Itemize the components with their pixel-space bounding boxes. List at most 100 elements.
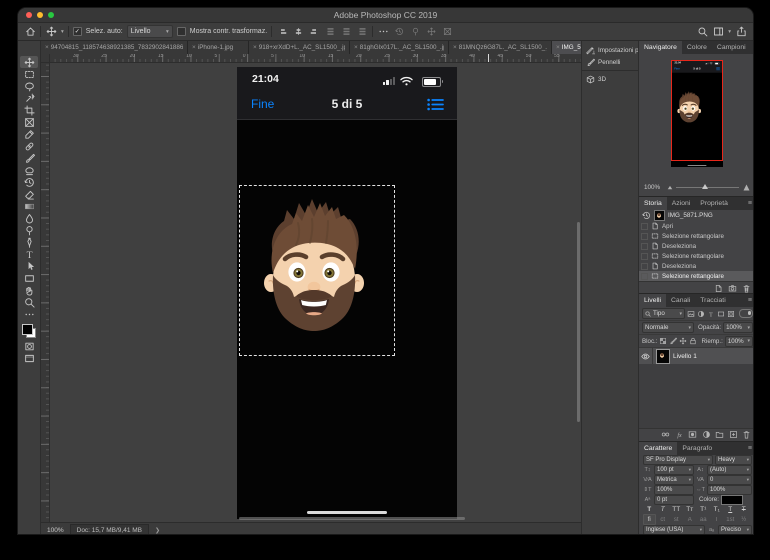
wand-tool[interactable]	[20, 92, 38, 104]
auto-select-target-dropdown[interactable]: Livello ▾	[127, 25, 173, 38]
delete-layer-trash-icon[interactable]	[742, 430, 751, 439]
tab-carattere[interactable]: Carattere	[639, 442, 677, 455]
navigator-view-box[interactable]	[671, 60, 723, 161]
filter-adjustment-layers-icon[interactable]	[697, 310, 705, 318]
history-source-checkbox[interactable]	[641, 263, 648, 270]
shape-tool[interactable]	[20, 272, 38, 284]
3d-mode-drag-icon[interactable]	[425, 26, 437, 38]
tab-navigatore[interactable]: Navigatore	[639, 41, 682, 54]
ruler-corner[interactable]	[41, 54, 50, 63]
lasso-tool[interactable]	[20, 80, 38, 92]
lock-pixels-icon[interactable]	[669, 337, 677, 345]
layer-filter-type-dropdown[interactable]: Tipo ▾	[642, 308, 685, 319]
navigator-zoom-slider[interactable]	[676, 183, 739, 191]
new-snapshot-camera-icon[interactable]	[728, 284, 737, 293]
dodge-tool[interactable]	[20, 224, 38, 236]
home-icon[interactable]	[24, 26, 36, 38]
lock-all-icon[interactable]	[689, 337, 697, 345]
history-source-checkbox[interactable]	[641, 223, 648, 230]
layer-effects-fx-icon[interactable]: fx	[675, 430, 684, 439]
history-source-checkbox[interactable]	[641, 233, 648, 240]
align-center-icon[interactable]	[292, 26, 304, 38]
status-options-chevron-icon[interactable]: ❯	[155, 527, 160, 534]
canvas-pasteboard[interactable]: 21:04 Fine 5 di 5	[49, 62, 581, 522]
type-tool[interactable]: T	[20, 248, 38, 260]
vertical-scale-field[interactable]: 100%	[654, 485, 694, 495]
new-layer-icon[interactable]	[729, 430, 738, 439]
3d-mode-roll-icon[interactable]	[409, 26, 421, 38]
healing-tool[interactable]	[20, 140, 38, 152]
history-source-checkbox[interactable]	[641, 253, 648, 260]
distribute-bottom-icon[interactable]	[356, 26, 368, 38]
panel-menu-icon[interactable]: ≡	[751, 41, 753, 54]
filter-smart-objects-icon[interactable]	[727, 310, 735, 318]
panel-menu-icon[interactable]: ≡	[744, 442, 753, 455]
blur-tool[interactable]	[20, 212, 38, 224]
show-transform-controls-checkbox[interactable]	[177, 27, 186, 36]
distribute-center-icon[interactable]	[340, 26, 352, 38]
zoom-tool-tool[interactable]	[20, 296, 38, 308]
align-right-icon[interactable]	[308, 26, 320, 38]
close-tab-icon[interactable]: ×	[192, 44, 196, 51]
zoom-out-mountain-icon[interactable]	[667, 184, 673, 190]
opentype-button[interactable]: T	[711, 514, 724, 525]
close-tab-icon[interactable]: ×	[45, 44, 49, 51]
more-tool[interactable]	[20, 308, 38, 320]
filter-type-layers-icon[interactable]: T	[707, 310, 715, 318]
close-tab-icon[interactable]: ×	[453, 44, 457, 51]
3d-mode-rotate-icon[interactable]	[393, 26, 405, 38]
vertical-scrollbar[interactable]	[577, 222, 580, 422]
history-brush-tool[interactable]	[20, 176, 38, 188]
tab-canali[interactable]: Canali	[666, 294, 695, 307]
workspace-switcher-icon[interactable]	[712, 26, 724, 38]
filter-shape-layers-icon[interactable]	[717, 310, 725, 318]
tab-azioni[interactable]: Azioni	[667, 197, 696, 210]
tab-proprieta[interactable]: Proprietà	[695, 197, 733, 210]
history-state[interactable]: Deseleziona	[639, 241, 753, 251]
close-tab-icon[interactable]: ×	[354, 44, 358, 51]
clone-tool[interactable]	[20, 164, 38, 176]
tab-colore[interactable]: Colore	[682, 41, 712, 54]
frame-tool[interactable]	[20, 116, 38, 128]
filter-toggle-switch[interactable]	[739, 309, 753, 318]
tab-paragrafo[interactable]: Paragrafo	[677, 442, 717, 455]
navigator-zoom-value[interactable]: 100%	[644, 184, 664, 191]
path-select-tool[interactable]	[20, 260, 38, 272]
document-tab-active[interactable]: ×IMG_5871.PNG @ 100% (Livello 1, RGB/8)	[552, 41, 581, 54]
history-source-checkbox[interactable]	[641, 273, 648, 280]
navigator-preview[interactable]: 21:04 Fine 5 di 5	[671, 60, 723, 167]
3d-mode-scale-icon[interactable]	[441, 26, 453, 38]
search-icon[interactable]	[696, 26, 708, 38]
tab-livelli[interactable]: Livelli	[639, 294, 666, 307]
font-family-dropdown[interactable]: SF Pro Display▾	[643, 455, 713, 465]
leading-field[interactable]: (Auto)▾	[707, 465, 752, 475]
antialias-dropdown[interactable]: Preciso▾	[718, 525, 752, 534]
new-group-folder-icon[interactable]	[715, 430, 724, 439]
zoom-in-mountain-icon[interactable]	[742, 183, 751, 191]
lock-position-icon[interactable]	[679, 337, 687, 345]
kerning-field[interactable]: Metrica▾	[654, 475, 694, 485]
close-tab-icon[interactable]: ×	[556, 44, 560, 51]
opentype-button[interactable]: A	[684, 514, 697, 525]
opentype-button[interactable]: ½	[738, 514, 751, 525]
lock-transparency-icon[interactable]	[659, 337, 667, 345]
layer-thumbnail[interactable]	[656, 349, 670, 364]
quick-mask-mode-button[interactable]	[20, 340, 38, 352]
history-state[interactable]: Apri	[639, 221, 753, 231]
crop-tool[interactable]	[20, 104, 38, 116]
opentype-button[interactable]: fi	[643, 514, 656, 525]
history-source-checkbox[interactable]	[641, 243, 648, 250]
document-tab[interactable]: ×94704815_118574638921385_78329028418863…	[41, 41, 188, 54]
hand-tool[interactable]	[20, 284, 38, 296]
move-tool[interactable]	[20, 56, 38, 68]
foreground-color-swatch[interactable]	[22, 324, 33, 335]
document-tab[interactable]: ×81ghGlx017L._AC_SL1500_.jpg	[350, 41, 449, 54]
tab-campioni[interactable]: Campioni	[712, 41, 751, 54]
horizontal-scale-field[interactable]: 100%	[707, 485, 752, 495]
eyedropper-tool[interactable]	[20, 128, 38, 140]
fill-field[interactable]: 100%▾	[725, 336, 753, 347]
horizontal-scrollbar[interactable]	[239, 517, 465, 520]
brush-tool[interactable]	[20, 152, 38, 164]
history-snapshot-row[interactable]: IMG_5871.PNG	[639, 210, 753, 221]
dock-item-brushes[interactable]: Pennelli	[582, 56, 638, 68]
